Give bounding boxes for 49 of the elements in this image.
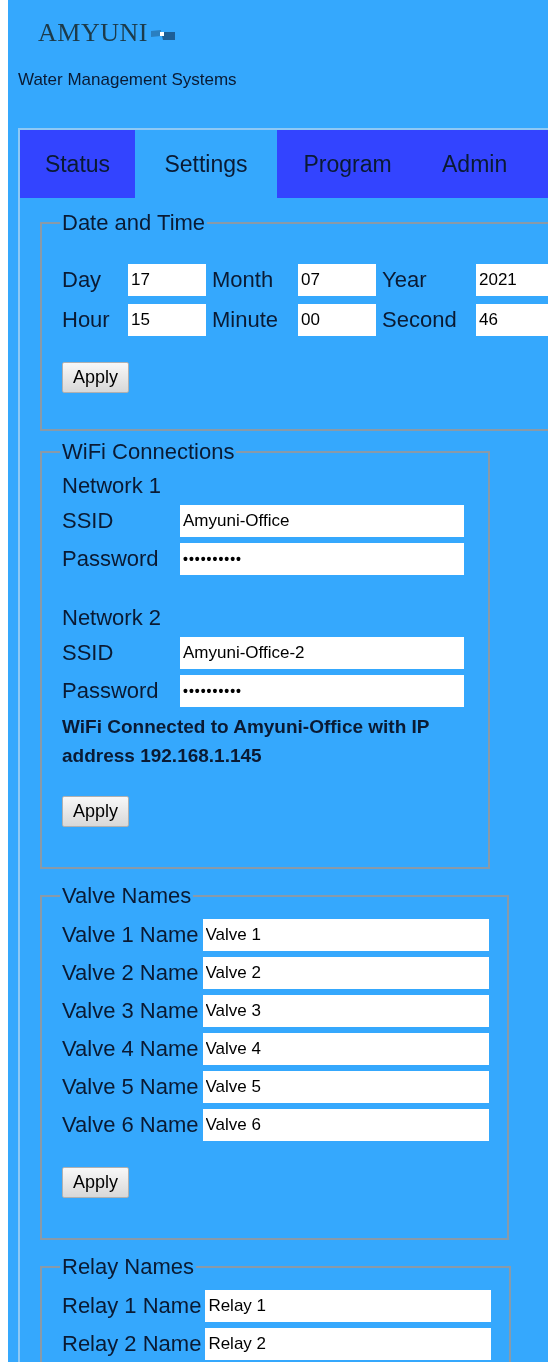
input-field[interactable]: Relay 1 [205, 1290, 492, 1322]
input-field[interactable]: Valve 5 [202, 1071, 489, 1103]
input-field[interactable]: Relay 2 [205, 1328, 492, 1360]
field-label: Month [212, 267, 275, 293]
input-field[interactable]: 07 [298, 264, 376, 296]
field-label: Valve 1 Name [62, 922, 199, 948]
network-title: Network 1 [62, 473, 163, 499]
field-label: Valve 2 Name [62, 960, 199, 986]
password-field[interactable]: •••••••••• [180, 675, 464, 707]
field-label: Year [382, 267, 428, 293]
apply-button[interactable]: Apply [62, 1167, 130, 1198]
logo-icon [150, 29, 175, 41]
section-legend: Valve Names [60, 883, 194, 909]
section-legend: Relay Names [60, 1254, 197, 1280]
input-field[interactable]: 17 [128, 264, 206, 296]
input-field[interactable]: Amyuni-Office [180, 505, 464, 537]
input-field[interactable]: Valve 1 [202, 919, 489, 951]
input-field[interactable]: Valve 2 [202, 957, 489, 989]
field-label: Valve 5 Name [62, 1074, 199, 1100]
field-label: Valve 3 Name [62, 998, 199, 1024]
field-label: Valve 4 Name [62, 1036, 199, 1062]
input-field[interactable]: Valve 4 [202, 1033, 489, 1065]
field-label: Second [382, 307, 458, 333]
apply-button[interactable]: Apply [62, 796, 130, 827]
subtitle: Water Management Systems [18, 70, 238, 90]
field-label: Password [62, 546, 160, 572]
input-field[interactable]: 00 [298, 304, 376, 336]
logo-text: AMYUNI [38, 18, 148, 48]
input-field[interactable]: Valve 3 [202, 995, 489, 1027]
section-legend: WiFi Connections [60, 439, 237, 465]
field-label: Day [62, 267, 103, 293]
field-label: Valve 6 Name [62, 1112, 199, 1138]
field-label: Password [62, 678, 160, 704]
network-title: Network 2 [62, 605, 163, 631]
field-label: Relay 2 Name [62, 1331, 202, 1357]
input-field[interactable]: Valve 6 [202, 1109, 489, 1141]
field-label: SSID [62, 640, 115, 666]
field-label: Hour [62, 307, 111, 333]
field-label: Relay 1 Name [62, 1293, 202, 1319]
field-label: SSID [62, 508, 115, 534]
status-message: WiFi Connected to Amyuni-Office with IP address 192.168.1.145 [62, 715, 431, 768]
password-field[interactable]: •••••••••• [180, 543, 464, 575]
input-field[interactable]: 15 [128, 304, 206, 336]
section-legend: Date and Time [60, 210, 208, 236]
apply-button[interactable]: Apply [62, 362, 130, 393]
input-field[interactable]: 46 [476, 304, 548, 336]
field-label: Minute [212, 307, 280, 333]
input-field[interactable]: 2021 [476, 264, 548, 296]
input-field[interactable]: Amyuni-Office-2 [180, 637, 464, 669]
